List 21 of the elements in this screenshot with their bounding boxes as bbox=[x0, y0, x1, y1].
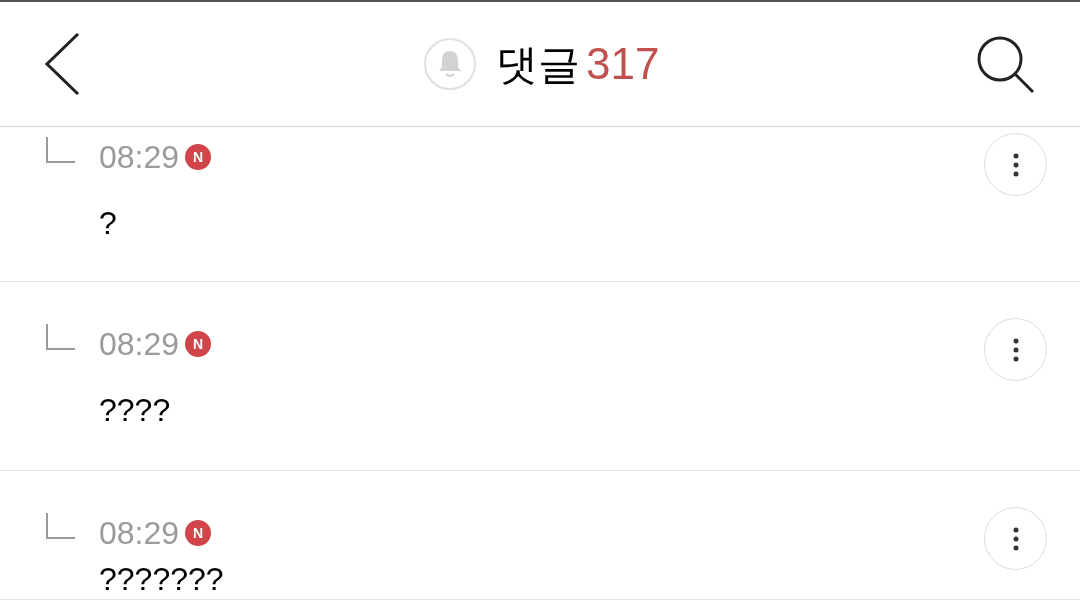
comment-text: ??????? bbox=[99, 560, 225, 599]
more-icon bbox=[1012, 526, 1019, 551]
reply-indent-icon bbox=[46, 137, 76, 163]
new-badge: N bbox=[185, 331, 212, 357]
more-icon bbox=[1012, 337, 1019, 362]
new-badge: N bbox=[185, 144, 212, 170]
more-icon bbox=[1012, 152, 1019, 177]
comment-time: 08:29 bbox=[99, 325, 180, 364]
comment-time: 08:29 bbox=[99, 138, 180, 177]
reply-indent-icon bbox=[46, 513, 76, 539]
new-badge: N bbox=[185, 520, 212, 546]
search-icon bbox=[975, 34, 1035, 94]
reply-indent-icon bbox=[46, 324, 76, 350]
bell-button[interactable] bbox=[424, 38, 476, 90]
comment-count: 317 bbox=[586, 38, 660, 90]
page-title: 댓글 bbox=[496, 40, 580, 90]
comment-time: 08:29 bbox=[99, 514, 180, 553]
comment-text: ???? bbox=[99, 391, 172, 430]
bell-icon bbox=[437, 50, 463, 78]
back-icon bbox=[44, 33, 80, 95]
comment-text: ? bbox=[99, 204, 118, 243]
